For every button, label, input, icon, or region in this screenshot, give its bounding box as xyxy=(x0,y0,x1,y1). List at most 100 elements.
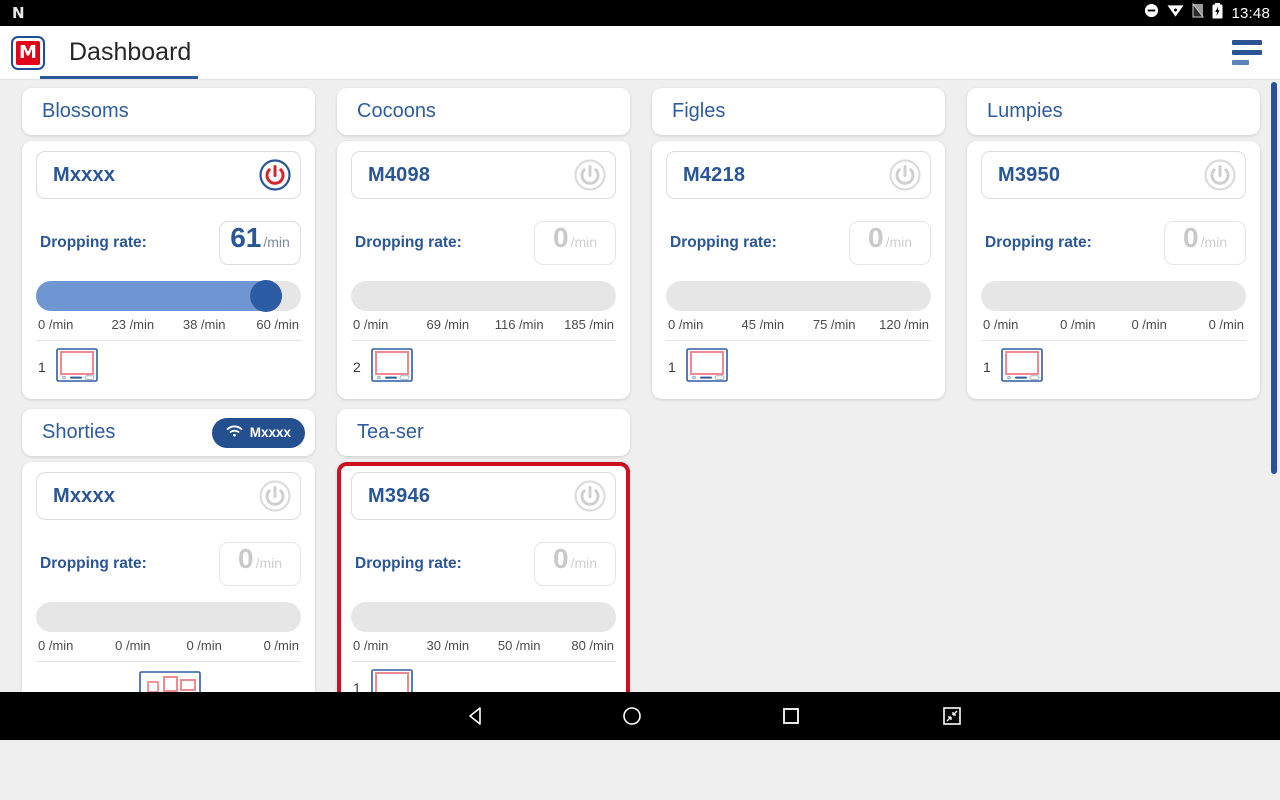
gateway-badge[interactable]: Mxxxx xyxy=(211,417,305,448)
device-name: M3946 xyxy=(368,484,431,507)
n-app-icon: N xyxy=(12,4,25,22)
group-header[interactable]: Shorties Mxxxx xyxy=(22,409,315,456)
card-divider xyxy=(351,340,616,341)
slider-tick: 0 /min xyxy=(1208,317,1244,332)
group-header[interactable]: Blossoms xyxy=(22,88,315,135)
group-title: Tea-ser xyxy=(357,421,424,443)
group-header[interactable]: Tea-ser xyxy=(337,409,630,456)
slider-tick: 116 /min xyxy=(494,317,544,332)
hamburger-bar-3 xyxy=(1232,60,1249,65)
power-button[interactable] xyxy=(258,158,292,192)
group-header[interactable]: Figles xyxy=(652,88,945,135)
slider-tick: 0 /min xyxy=(38,638,74,653)
monitor-device-icon[interactable] xyxy=(370,347,413,387)
card-divider xyxy=(36,661,301,662)
app-bar: M Dashboard xyxy=(0,26,1280,80)
home-circle-icon[interactable] xyxy=(621,705,643,727)
slider-tick: 38 /min xyxy=(182,317,226,332)
dropping-rate-value: 0 xyxy=(237,543,254,574)
dropping-rate-value-box: 0/min xyxy=(1164,221,1246,265)
group-title: Figles xyxy=(672,100,726,122)
slider-tick: 45 /min xyxy=(741,317,785,332)
slider-tick: 0 /min xyxy=(668,317,704,332)
monitor-device-icon[interactable] xyxy=(55,347,98,387)
active-tab-indicator xyxy=(40,76,198,79)
slider-thumb[interactable] xyxy=(250,280,283,312)
recents-square-icon[interactable] xyxy=(781,706,801,726)
power-button[interactable] xyxy=(1203,158,1237,192)
hamburger-menu-icon[interactable] xyxy=(1232,40,1262,65)
device-footer: 1 xyxy=(666,347,931,387)
dropping-rate-slider[interactable] xyxy=(351,281,616,311)
dropping-rate-label: Dropping rate: xyxy=(40,234,147,251)
group-card: Shorties Mxxxx Mxxxx Dropping rate: 0/min 0 /… xyxy=(22,409,315,720)
dropping-rate-row: Dropping rate: 0/min xyxy=(666,221,931,265)
monitor-device-icon[interactable] xyxy=(685,347,728,387)
power-button[interactable] xyxy=(573,479,607,513)
card-divider xyxy=(981,340,1246,341)
device-footer: 2 xyxy=(351,347,616,387)
slider-tick: 60 /min xyxy=(256,317,299,332)
power-button[interactable] xyxy=(573,158,607,192)
slider-tick: 0 /min xyxy=(353,317,389,332)
group-card: Cocoons M4098 Dropping rate: 0/min 0 /min 69 … xyxy=(337,88,630,399)
slider-tick-row: 0 /min 30 /min 50 /min 80 /min xyxy=(351,638,616,653)
dropping-rate-row: Dropping rate: 0/min xyxy=(351,221,616,265)
dropping-rate-value-box: 0/min xyxy=(849,221,931,265)
back-triangle-icon[interactable] xyxy=(465,705,487,727)
device-name: M4218 xyxy=(683,163,746,186)
group-card: Blossoms Mxxxx Dropping rate: 61/min 0 /min 2… xyxy=(22,88,315,399)
device-footer: 1 xyxy=(36,347,301,387)
device-footer: 1 xyxy=(981,347,1246,387)
device-card[interactable]: Mxxxx Dropping rate: 0/min 0 /min 0 /min 0 /m… xyxy=(22,462,315,720)
device-card[interactable]: M4218 Dropping rate: 0/min 0 /min 45 /min 75 … xyxy=(652,141,945,399)
device-count: 2 xyxy=(353,359,361,375)
dropping-rate-unit: /min xyxy=(885,234,913,250)
android-nav-bar xyxy=(0,692,1280,740)
device-name: M4098 xyxy=(368,163,431,186)
dropping-rate-row: Dropping rate: 0/min xyxy=(981,221,1246,265)
device-header: M4218 xyxy=(666,151,931,199)
device-card[interactable]: M4098 Dropping rate: 0/min 0 /min 69 /min 116… xyxy=(337,141,630,399)
device-name: M3950 xyxy=(998,163,1061,186)
wifi-icon xyxy=(1167,4,1184,23)
dropping-rate-slider[interactable] xyxy=(351,602,616,632)
signal-icon xyxy=(1192,2,1205,23)
slider-tick: 185 /min xyxy=(564,317,614,332)
power-button[interactable] xyxy=(258,479,292,513)
dropping-rate-slider[interactable] xyxy=(666,281,931,311)
dropping-rate-value: 0 xyxy=(867,222,884,253)
dropping-rate-unit: /min xyxy=(255,555,283,571)
slider-tick: 0 /min xyxy=(1131,317,1167,332)
slider-tick: 75 /min xyxy=(812,317,856,332)
group-card: Lumpies M3950 Dropping rate: 0/min 0 /min 0 /… xyxy=(967,88,1260,399)
dropping-rate-value: 0 xyxy=(552,543,569,574)
power-button[interactable] xyxy=(888,158,922,192)
dropping-rate-slider[interactable] xyxy=(36,280,301,312)
device-card[interactable]: Mxxxx Dropping rate: 61/min 0 /min 23 /min 38… xyxy=(22,141,315,399)
device-name: Mxxxx xyxy=(53,163,116,186)
group-header[interactable]: Lumpies xyxy=(967,88,1260,135)
status-bar-right: 13:48 xyxy=(1144,2,1270,24)
monitor-device-icon[interactable] xyxy=(1000,347,1043,387)
device-card[interactable]: M3950 Dropping rate: 0/min 0 /min 0 /min 0 /m… xyxy=(967,141,1260,399)
dropping-rate-value: 0 xyxy=(1182,222,1199,253)
shrink-screen-icon[interactable] xyxy=(942,706,962,726)
dropping-rate-value-box: 0/min xyxy=(534,542,616,586)
slider-tick: 0 /min xyxy=(1060,317,1096,332)
dropping-rate-unit: /min xyxy=(263,234,290,250)
device-card[interactable]: M3946 Dropping rate: 0/min 0 /min 30 /min 50 … xyxy=(337,462,630,720)
dropping-rate-slider[interactable] xyxy=(36,602,301,632)
slider-tick-row: 0 /min 0 /min 0 /min 0 /min xyxy=(36,638,301,653)
slider-tick-row: 0 /min 23 /min 38 /min 60 /min xyxy=(36,317,301,332)
dropping-rate-slider[interactable] xyxy=(981,281,1246,311)
slider-tick: 120 /min xyxy=(879,317,929,332)
app-logo: M xyxy=(11,35,45,70)
status-bar-left: N xyxy=(12,4,25,22)
dropping-rate-label: Dropping rate: xyxy=(985,234,1092,251)
wifi-icon xyxy=(226,425,243,441)
vertical-scrollbar[interactable] xyxy=(1271,82,1277,474)
group-grid: Blossoms Mxxxx Dropping rate: 61/min 0 /min 2… xyxy=(0,88,1280,730)
slider-tick: 80 /min xyxy=(571,638,614,653)
group-header[interactable]: Cocoons xyxy=(337,88,630,135)
